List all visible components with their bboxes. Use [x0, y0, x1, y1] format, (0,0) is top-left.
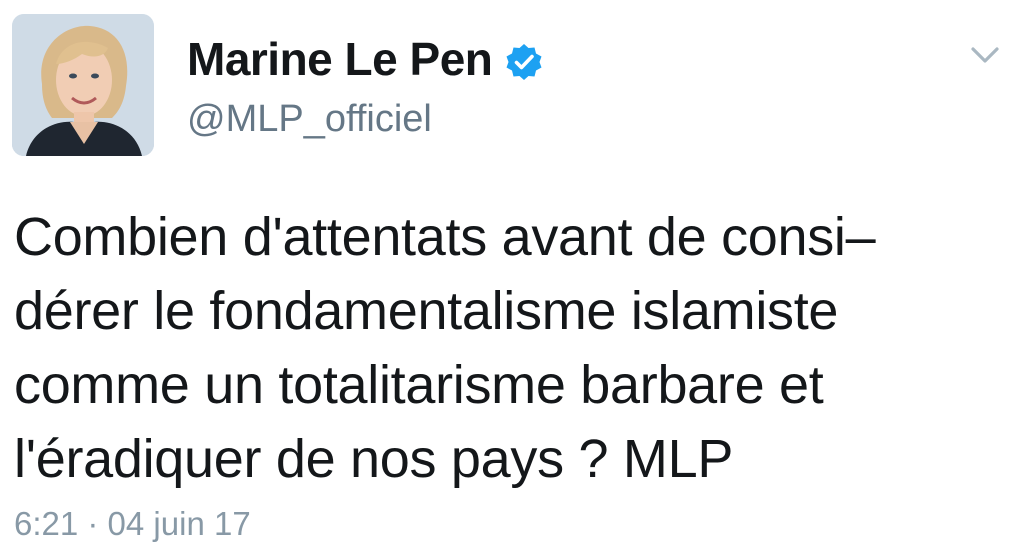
- avatar[interactable]: [12, 14, 154, 156]
- display-name[interactable]: Marine Le Pen: [187, 32, 493, 86]
- tweet-text-line: dérer le fondamentalisme islamiste: [14, 281, 839, 341]
- tweet-text-line: Combien d'attentats avant de consi–: [14, 207, 876, 267]
- tweet-text-line: comme un totalitarisme barbare et: [14, 355, 824, 415]
- tweet-card: Marine Le Pen @MLP_officiel Combien d'at…: [0, 0, 1026, 555]
- verified-badge-icon: [504, 39, 544, 80]
- user-handle[interactable]: @MLP_officiel: [187, 98, 432, 141]
- avatar-photo: [12, 14, 154, 156]
- display-name-row[interactable]: Marine Le Pen: [187, 32, 544, 86]
- tweet-timestamp[interactable]: 6:21 · 04 juin 17: [14, 505, 251, 543]
- chevron-down-icon[interactable]: [964, 40, 1006, 70]
- tweet-text: Combien d'attentats avant de consi– dére…: [14, 200, 1004, 496]
- tweet-text-line: l'éradiquer de nos pays ? MLP: [14, 429, 734, 489]
